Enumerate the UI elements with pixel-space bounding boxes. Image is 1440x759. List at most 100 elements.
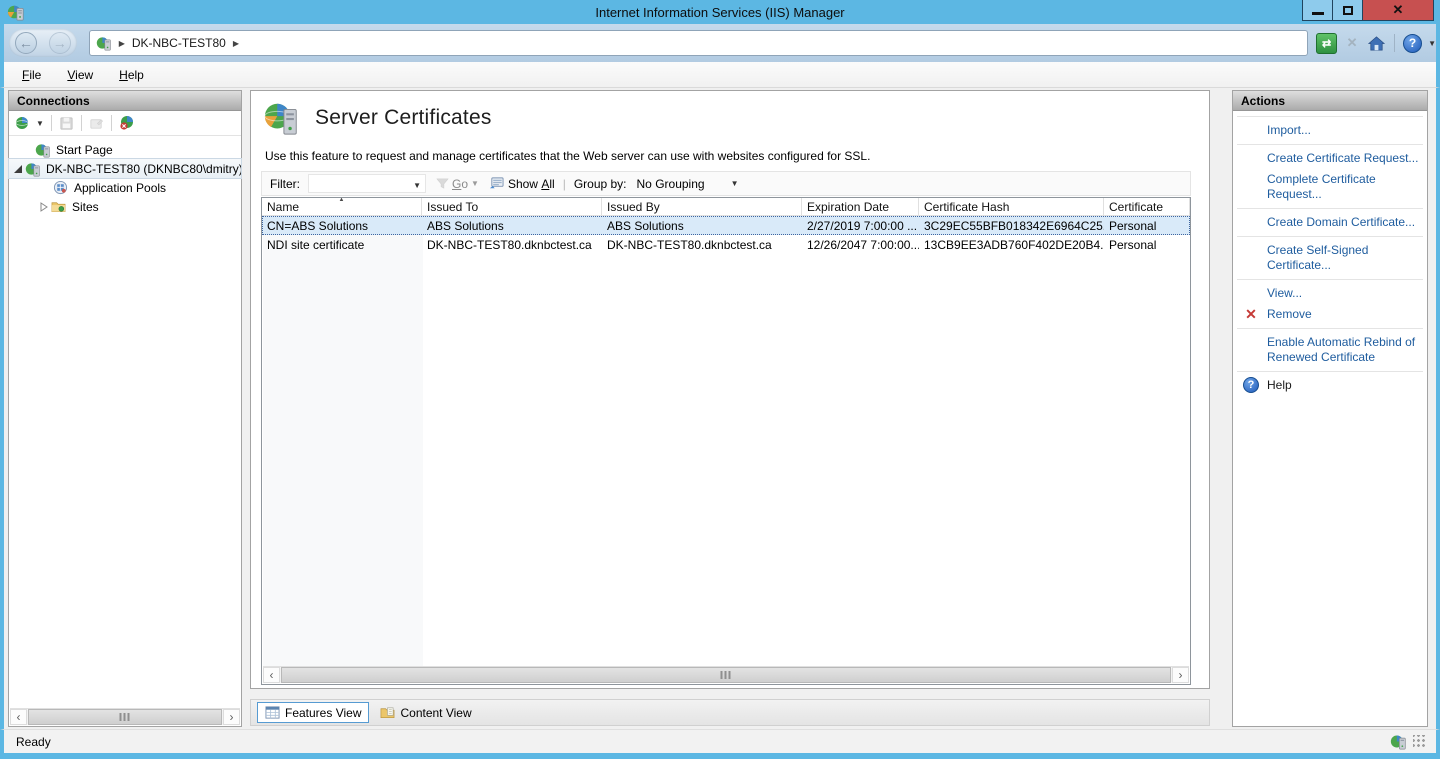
menu-help[interactable]: Help	[119, 68, 144, 82]
tree-item-start-page[interactable]: Start Page	[9, 140, 241, 159]
menu-file[interactable]: File	[22, 68, 41, 82]
column-header-issued-by[interactable]: Issued By	[602, 198, 802, 215]
action-complete-certificate-request[interactable]: Complete Certificate Request...	[1233, 169, 1427, 205]
delete-connection-icon[interactable]	[119, 115, 135, 131]
group-by-dropdown-icon[interactable]: ▼	[731, 179, 739, 188]
tab-content-view[interactable]: Content View	[373, 702, 478, 723]
connections-header: Connections	[9, 91, 241, 111]
edit-connection-icon[interactable]	[89, 116, 104, 131]
server-icon	[96, 35, 112, 51]
breadcrumb[interactable]: ▶ DK-NBC-TEST80 ▶	[89, 30, 1308, 56]
page-title: Server Certificates	[315, 106, 492, 130]
save-connection-icon[interactable]	[59, 116, 74, 131]
cell-expiration-date: 2/27/2019 7:00:00 ...	[802, 219, 919, 233]
list-horizontal-scrollbar[interactable]: ‹ ›	[263, 666, 1189, 683]
action-create-domain-certificate[interactable]: Create Domain Certificate...	[1233, 212, 1427, 233]
cell-issued-to: ABS Solutions	[422, 219, 602, 233]
help-dropdown-icon[interactable]: ▼	[1428, 39, 1436, 48]
cell-name: CN=ABS Solutions	[262, 219, 422, 233]
show-all-icon	[489, 176, 504, 191]
actions-divider	[1237, 328, 1423, 329]
tab-features-view[interactable]: Features View	[257, 702, 369, 723]
tab-label: Features View	[285, 706, 361, 720]
menu-bar: File View Help	[0, 62, 1440, 88]
column-header-certificate-hash[interactable]: Certificate Hash	[919, 198, 1104, 215]
server-icon	[25, 161, 42, 177]
cell-certificate-store: Personal	[1104, 238, 1190, 252]
funnel-icon	[436, 177, 449, 190]
maximize-button[interactable]	[1333, 0, 1363, 20]
create-connection-icon[interactable]	[15, 115, 31, 131]
go-button[interactable]: Go	[452, 177, 468, 191]
actions-header: Actions	[1233, 91, 1427, 111]
connections-panel: Connections ▼	[8, 90, 242, 727]
cell-issued-by: ABS Solutions	[602, 219, 802, 233]
scroll-left-icon[interactable]: ‹	[263, 667, 280, 683]
actions-panel: Actions Import... Create Certificate Req…	[1232, 90, 1428, 727]
minimize-button[interactable]	[1303, 0, 1333, 20]
resize-grip[interactable]	[1413, 735, 1426, 748]
create-connection-dropdown-icon[interactable]: ▼	[36, 119, 44, 128]
show-all-button[interactable]: Show All	[508, 177, 555, 191]
scroll-right-icon[interactable]: ›	[1172, 667, 1189, 683]
actions-list: Import... Create Certificate Request... …	[1233, 111, 1427, 396]
forward-button[interactable]: →	[49, 32, 71, 54]
filter-dropdown-icon[interactable]: ▼	[413, 181, 421, 190]
refresh-icon[interactable]: ⇄	[1316, 33, 1337, 54]
tree-item-application-pools[interactable]: Application Pools	[9, 178, 241, 197]
action-help[interactable]: ? Help	[1233, 375, 1427, 396]
actions-divider	[1237, 236, 1423, 237]
menu-view[interactable]: View	[67, 68, 93, 82]
cell-certificate-hash: 3C29EC55BFB018342E6964C25...	[919, 219, 1104, 233]
tree-item-label: Start Page	[56, 143, 113, 157]
filter-toolbar: Filter: ▼ Go ▼	[261, 171, 1191, 196]
table-row[interactable]: NDI site certificate DK-NBC-TEST80.dknbc…	[262, 235, 1190, 254]
help-icon[interactable]: ?	[1403, 34, 1422, 53]
view-tab-bar: Features View Content View	[250, 699, 1210, 726]
action-create-certificate-request[interactable]: Create Certificate Request...	[1233, 148, 1427, 169]
action-view[interactable]: View...	[1233, 283, 1427, 304]
scroll-right-icon[interactable]: ›	[223, 709, 240, 725]
feature-header: Server Certificates	[263, 99, 492, 137]
toolbar-divider	[111, 115, 112, 131]
connections-tree: Start Page DK-	[9, 136, 241, 216]
nav-button-group: ← →	[9, 29, 77, 57]
stop-icon[interactable]: ✕	[1343, 34, 1361, 52]
collapsed-twisty-icon[interactable]	[39, 202, 49, 212]
home-icon[interactable]	[1367, 34, 1386, 53]
workspace: Connections ▼	[0, 88, 1440, 729]
toolbar-divider	[81, 115, 82, 131]
cell-name: NDI site certificate	[262, 238, 422, 252]
window-title: Internet Information Services (IIS) Mana…	[0, 5, 1440, 20]
address-toolbar: ⇄ ✕ ? ▼	[1316, 33, 1436, 54]
table-row[interactable]: CN=ABS Solutions ABS Solutions ABS Solut…	[262, 216, 1190, 235]
connections-toolbar: ▼	[9, 111, 241, 136]
tree-item-sites[interactable]: Sites	[9, 197, 241, 216]
action-import[interactable]: Import...	[1233, 120, 1427, 141]
tree-item-label: Sites	[72, 200, 99, 214]
scroll-left-icon[interactable]: ‹	[10, 709, 27, 725]
navigation-bar: ← → ▶ DK-NBC-TEST80 ▶ ⇄ ✕	[0, 24, 1440, 62]
column-header-issued-to[interactable]: Issued To	[422, 198, 602, 215]
help-icon: ?	[1242, 377, 1260, 393]
scrollbar-thumb[interactable]	[28, 709, 222, 725]
action-remove[interactable]: ✕ Remove	[1233, 304, 1427, 325]
connections-horizontal-scrollbar[interactable]: ‹ ›	[10, 708, 240, 725]
go-dropdown-icon[interactable]: ▼	[471, 179, 479, 188]
close-button[interactable]: ✕	[1363, 0, 1433, 20]
application-pools-icon	[53, 180, 70, 196]
expanded-twisty-icon[interactable]	[13, 164, 23, 174]
column-header-expiration-date[interactable]: Expiration Date	[802, 198, 919, 215]
cell-issued-by: DK-NBC-TEST80.dknbctest.ca	[602, 238, 802, 252]
tree-item-server[interactable]: DK-NBC-TEST80 (DKNBC80\dmitry)	[9, 159, 241, 178]
breadcrumb-item[interactable]: DK-NBC-TEST80	[132, 36, 226, 50]
back-button[interactable]: ←	[15, 32, 37, 54]
action-enable-automatic-rebind[interactable]: Enable Automatic Rebind of Renewed Certi…	[1233, 332, 1427, 368]
column-header-certificate-store[interactable]: Certificate Store	[1104, 198, 1190, 215]
action-create-self-signed-certificate[interactable]: Create Self-Signed Certificate...	[1233, 240, 1427, 276]
scrollbar-thumb[interactable]	[281, 667, 1171, 683]
filter-input[interactable]: ▼	[308, 174, 426, 193]
group-by-select[interactable]: No Grouping	[637, 177, 705, 191]
actions-divider	[1237, 116, 1423, 117]
column-header-name[interactable]: Name▲	[262, 198, 422, 215]
